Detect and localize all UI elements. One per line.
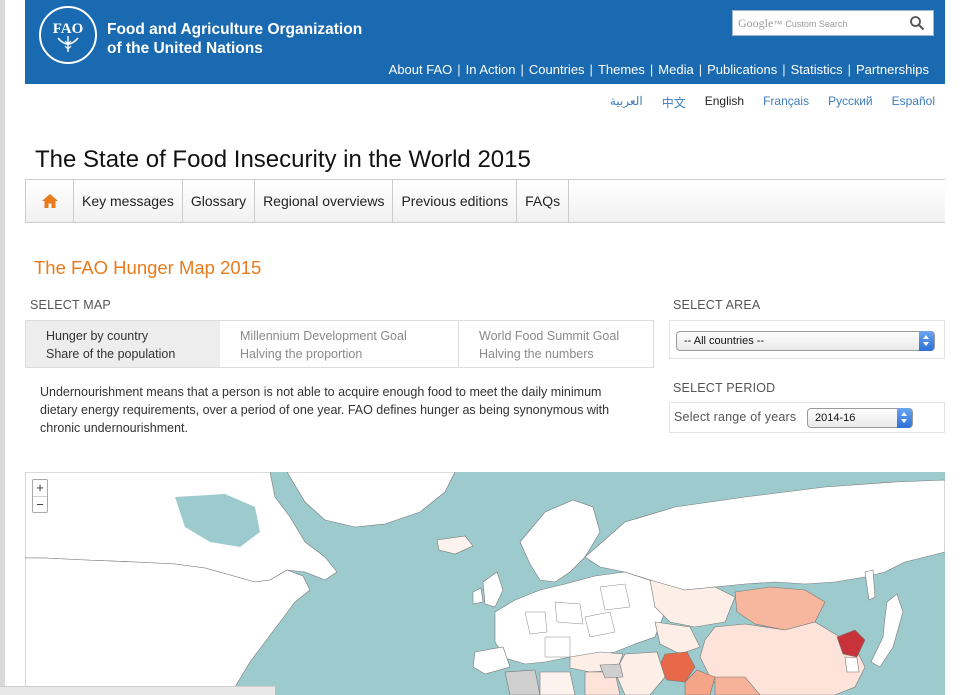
map-option-subtitle: Share of the population — [46, 347, 176, 361]
svg-text:FAO: FAO — [53, 21, 84, 37]
lang-chinese[interactable]: 中文 — [662, 94, 686, 111]
page-title: The State of Food Insecurity in the Worl… — [35, 146, 531, 173]
area-select[interactable]: -- All countries -- — [676, 331, 935, 351]
select-area-label: SELECT AREA — [673, 298, 761, 312]
map-selector: Hunger by country Share of the populatio… — [25, 320, 654, 368]
search-placeholder: Google™ Custom Search — [738, 16, 848, 30]
select-period-label: SELECT PERIOD — [673, 381, 776, 395]
lang-french[interactable]: Français — [763, 94, 809, 111]
nav-statistics[interactable]: Statistics — [786, 62, 848, 77]
undernourishment-description: Undernourishment means that a person is … — [40, 385, 610, 435]
period-select-value: 2014-16 — [815, 412, 856, 424]
map-option-title: World Food Summit Goal — [479, 329, 620, 343]
tab-previous-editions[interactable]: Previous editions — [393, 180, 518, 222]
map-option-title: Millennium Development Goal — [240, 329, 407, 343]
map-option-hunger-by-country[interactable]: Hunger by country Share of the populatio… — [26, 321, 220, 367]
home-tab[interactable] — [25, 180, 74, 222]
page: FAO Food and Agriculture Organization of… — [0, 0, 972, 695]
tab-glossary[interactable]: Glossary — [183, 180, 256, 222]
select-arrows-icon — [919, 331, 934, 351]
tab-faqs[interactable]: FAQs — [517, 180, 570, 222]
area-select-value: -- All countries -- — [684, 335, 765, 347]
zoom-controls: + − — [32, 479, 48, 513]
nav-about-fao[interactable]: About FAO — [384, 62, 458, 77]
nav-publications[interactable]: Publications — [702, 62, 782, 77]
nav-themes[interactable]: Themes — [593, 62, 650, 77]
nav-countries[interactable]: Countries — [524, 62, 590, 77]
section-title: The FAO Hunger Map 2015 — [34, 257, 262, 278]
area-box: -- All countries -- — [669, 320, 945, 359]
language-switcher: العربية 中文 English Français Русский Espa… — [591, 94, 935, 111]
map-option-subtitle: Halving the proportion — [240, 347, 363, 361]
period-select[interactable]: 2014-16 — [807, 408, 913, 428]
lang-arabic[interactable]: العربية — [610, 94, 643, 111]
hunger-map[interactable]: + − — [25, 472, 945, 695]
nav-media[interactable]: Media — [653, 62, 698, 77]
fao-emblem-icon: FAO — [53, 21, 84, 52]
map-option-subtitle: Halving the numbers — [479, 347, 594, 361]
window-edge — [0, 0, 5, 695]
period-box: Select range of years 2014-16 — [669, 402, 945, 433]
organization-name[interactable]: Food and Agriculture Organization of the… — [107, 20, 362, 58]
fao-logo[interactable]: FAO — [39, 6, 97, 64]
select-map-label: SELECT MAP — [30, 298, 111, 312]
lang-spanish[interactable]: Español — [892, 94, 935, 111]
map-option-wfs[interactable]: World Food Summit Goal Halving the numbe… — [459, 321, 653, 367]
sub-navigation: Key messages Glossary Regional overviews… — [25, 179, 945, 223]
search-icon[interactable] — [909, 15, 925, 31]
org-line-2: of the United Nations — [107, 40, 263, 57]
home-icon — [41, 194, 58, 208]
nav-partnerships[interactable]: Partnerships — [851, 62, 934, 77]
status-strip — [0, 686, 275, 695]
world-map — [25, 472, 945, 695]
range-label: Select range of years — [674, 410, 797, 424]
lang-english: English — [704, 94, 745, 108]
zoom-in-button[interactable]: + — [33, 480, 47, 496]
site-header: FAO Food and Agriculture Organization of… — [25, 0, 945, 84]
tab-regional-overviews[interactable]: Regional overviews — [255, 180, 394, 222]
map-option-title: Hunger by country — [46, 329, 149, 343]
nav-in-action[interactable]: In Action — [461, 62, 521, 77]
map-option-mdg[interactable]: Millennium Development Goal Halving the … — [220, 321, 459, 367]
tab-key-messages[interactable]: Key messages — [74, 180, 183, 222]
search-box[interactable]: Google™ Custom Search — [732, 10, 934, 36]
top-navigation: About FAO | In Action | Countries | Themes |… — [384, 62, 934, 77]
select-arrows-icon — [897, 408, 912, 428]
lang-russian[interactable]: Русский — [828, 94, 873, 111]
zoom-out-button[interactable]: − — [33, 496, 47, 512]
org-line-1: Food and Agriculture Organization — [107, 21, 363, 38]
